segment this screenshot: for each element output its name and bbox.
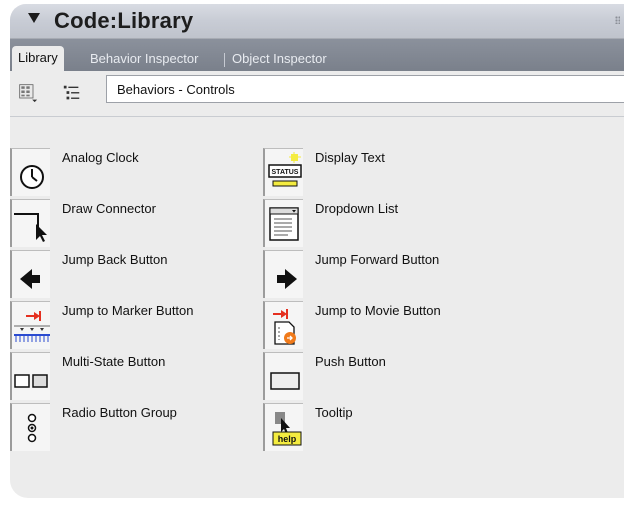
behavior-icon-box	[263, 352, 303, 400]
behavior-label: Display Text	[315, 150, 385, 165]
behavior-item-jump-forward[interactable]: Jump Forward Button	[263, 250, 593, 298]
behavior-icon-box	[263, 250, 303, 298]
library-list-icon[interactable]	[18, 83, 38, 103]
behavior-item-radio-button-group[interactable]: Radio Button Group	[10, 403, 250, 451]
behavior-icon-box	[10, 148, 50, 196]
behavior-label: Multi-State Button	[62, 354, 166, 369]
behavior-label: Jump Back Button	[62, 252, 168, 267]
behavior-item-analog-clock[interactable]: Analog Clock	[10, 148, 250, 196]
grip-icon[interactable]	[615, 16, 620, 24]
multi-state-button-icon	[14, 374, 48, 388]
draw-connector-icon	[14, 213, 47, 242]
push-button-icon	[270, 372, 300, 390]
jump-to-movie-icon	[273, 309, 296, 345]
category-dropdown[interactable]: Behaviors - Controls	[106, 75, 624, 103]
behavior-item-jump-to-marker[interactable]: Jump to Marker Button	[10, 301, 250, 349]
behavior-label: Push Button	[315, 354, 386, 369]
behavior-label: Dropdown List	[315, 201, 399, 216]
divider	[10, 116, 624, 117]
behavior-item-multi-state-button[interactable]: Multi-State Button	[10, 352, 250, 400]
tab-object-inspector[interactable]: Object Inspector	[226, 47, 333, 71]
behavior-icon-box	[263, 301, 303, 349]
jump-to-marker-icon	[14, 311, 50, 342]
tab-bar: Library Behavior Inspector Object Inspec…	[10, 39, 624, 71]
behavior-item-dropdown-list[interactable]: Dropdown List	[263, 199, 593, 247]
tooltip-badge: help	[278, 434, 297, 444]
title-bar[interactable]: Code:Library	[10, 4, 624, 39]
tab-separator	[224, 53, 225, 67]
behavior-icon-box	[10, 352, 50, 400]
analog-clock-icon	[20, 165, 44, 189]
jump-forward-icon	[277, 269, 297, 289]
behavior-icon-box: help	[263, 403, 303, 451]
display-text-badge: STATUS	[272, 169, 299, 176]
behavior-label: Draw Connector	[62, 201, 156, 216]
dropdown-list-icon	[269, 207, 299, 241]
collapse-arrow-icon[interactable]	[28, 13, 40, 23]
behavior-icon-box	[10, 403, 50, 451]
panel-title: Code:Library	[54, 8, 194, 33]
behavior-icon-box: STATUS	[263, 148, 303, 196]
behavior-label: Jump Forward Button	[315, 252, 440, 267]
display-text-icon: STATUS	[268, 152, 302, 187]
behavior-item-display-text[interactable]: STATUS Display Text	[263, 148, 593, 196]
jump-back-icon	[20, 269, 40, 289]
tab-behavior-inspector[interactable]: Behavior Inspector	[84, 47, 204, 71]
behavior-item-jump-back[interactable]: Jump Back Button	[10, 250, 250, 298]
behavior-label: Jump to Movie Button	[315, 303, 441, 318]
behavior-item-jump-to-movie[interactable]: Jump to Movie Button	[263, 301, 593, 349]
behavior-icon-box	[10, 199, 50, 247]
behavior-icon-box	[10, 250, 50, 298]
tree-view-icon[interactable]	[62, 83, 82, 103]
behavior-icon-box	[10, 301, 50, 349]
behavior-label: Radio Button Group	[62, 405, 177, 420]
radio-button-group-icon	[27, 413, 37, 443]
tooltip-icon: help	[272, 412, 302, 446]
behavior-label: Analog Clock	[62, 150, 139, 165]
library-toolbar: Behaviors - Controls	[10, 71, 624, 109]
behavior-label: Tooltip	[315, 405, 353, 420]
behavior-item-push-button[interactable]: Push Button	[263, 352, 593, 400]
behavior-item-draw-connector[interactable]: Draw Connector	[10, 199, 250, 247]
library-panel: Code:Library Library Behavior Inspector …	[10, 4, 624, 498]
behavior-label: Jump to Marker Button	[62, 303, 194, 318]
behavior-item-tooltip[interactable]: help Tooltip	[263, 403, 593, 451]
tab-library[interactable]: Library	[12, 46, 64, 71]
behavior-icon-box	[263, 199, 303, 247]
